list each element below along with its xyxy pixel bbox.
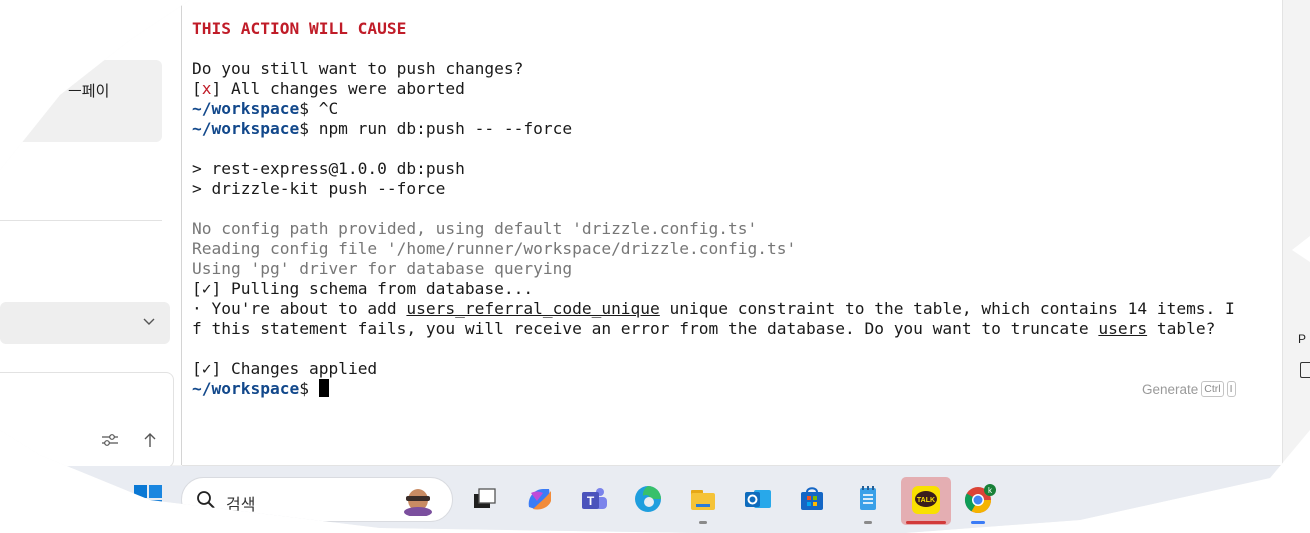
- message-text: unique constraint to the table, which co…: [659, 299, 1235, 318]
- teams-icon[interactable]: T: [578, 483, 610, 515]
- sidebar-card-label: ㅡ페이: [68, 83, 110, 100]
- terminal-line: ~/workspace$ ^C: [192, 99, 1235, 119]
- outlook-icon[interactable]: [742, 483, 774, 515]
- taskbar-search-box[interactable]: 검색: [181, 477, 453, 522]
- status-text: Changes applied: [221, 359, 378, 378]
- terminal-line: [✓] Pulling schema from database...: [192, 279, 534, 298]
- prompt-path: ~/workspace: [192, 119, 300, 138]
- terminal-line: Do you still want to push changes?: [192, 59, 524, 78]
- svg-text:T: T: [587, 494, 595, 508]
- right-panel-icon[interactable]: [1300, 362, 1310, 378]
- screenshot-frame: ㅡ페이 THIS ACTION WILL CAUSE Do you still …: [0, 0, 1310, 533]
- status-text: Pulling schema from database...: [221, 279, 534, 298]
- prompt-path: ~/workspace: [192, 379, 300, 398]
- terminal-line: ~/workspace$ npm run db:push -- --force: [192, 119, 1235, 139]
- terminal-cursor: [318, 379, 329, 397]
- kakaotalk-icon: TALK: [912, 486, 940, 514]
- right-panel-letter: P: [1298, 332, 1307, 346]
- prompt-command: $ npm run db:push -- --force: [299, 119, 573, 138]
- shortcut-key-i: I: [1226, 381, 1236, 397]
- running-indicator: [864, 521, 872, 524]
- copilot-icon[interactable]: [523, 483, 555, 515]
- terminal-line: [✓] Changes applied: [192, 359, 378, 378]
- terminal-line: ~/workspace$: [192, 379, 1235, 399]
- abort-mark: x: [201, 79, 212, 98]
- shortcut-key-ctrl: Ctrl: [1201, 381, 1224, 397]
- terminal-line: f this statement fails, you will receive…: [192, 319, 1235, 339]
- sidebar: ㅡ페이: [0, 0, 181, 468]
- chevron-down-icon[interactable]: [142, 314, 156, 328]
- sidebar-card[interactable]: [0, 60, 162, 142]
- edge-icon[interactable]: [632, 483, 664, 515]
- abort-text: All changes were aborted: [221, 79, 465, 98]
- active-indicator: [971, 521, 985, 524]
- kakaotalk-label: TALK: [917, 497, 935, 504]
- check-mark: ✓: [201, 279, 212, 298]
- windows-start-icon[interactable]: [133, 484, 163, 514]
- microsoft-store-icon[interactable]: [796, 483, 828, 515]
- task-view-icon[interactable]: [469, 483, 501, 515]
- prompt-path: ~/workspace: [192, 99, 300, 118]
- arrow-up-icon[interactable]: [142, 432, 158, 448]
- chrome-icon[interactable]: k: [962, 482, 998, 518]
- file-explorer-icon[interactable]: [687, 483, 719, 515]
- sidebar-divider: [0, 220, 162, 221]
- sidebar-input-panel[interactable]: [0, 372, 174, 468]
- message-text: · You're about to add: [192, 299, 407, 318]
- terminal-line: [x] All changes were aborted: [192, 79, 465, 98]
- active-indicator: [906, 521, 946, 524]
- search-icon: [197, 491, 215, 509]
- notepad-icon[interactable]: [852, 483, 884, 515]
- terminal-line: Using 'pg' driver for database querying: [192, 259, 573, 278]
- copilot-avatar-icon: [404, 489, 432, 516]
- generate-hint[interactable]: Generate Ctrl I: [1142, 381, 1236, 397]
- terminal-line: No config path provided, using default '…: [192, 219, 758, 238]
- terminal-line: > rest-express@1.0.0 db:push: [192, 159, 465, 178]
- terminal-line: THIS ACTION WILL CAUSE: [192, 19, 1235, 39]
- search-label: 검색: [226, 497, 256, 514]
- terminal-line: > drizzle-kit push --force: [192, 179, 446, 198]
- prompt-command: $: [299, 379, 319, 398]
- terminal-line: Reading config file '/home/runner/worksp…: [192, 239, 797, 258]
- message-text: f this statement fails, you will receive…: [192, 319, 1099, 338]
- check-mark: ✓: [201, 359, 212, 378]
- constraint-name: users_referral_code_unique: [406, 299, 660, 318]
- terminal-output: THIS ACTION WILL CAUSE Do you still want…: [192, 19, 1235, 399]
- tune-icon[interactable]: [101, 432, 119, 448]
- generate-label: Generate: [1142, 381, 1199, 397]
- prompt-command: $ ^C: [299, 99, 339, 118]
- terminal-panel[interactable]: THIS ACTION WILL CAUSE Do you still want…: [182, 0, 1283, 466]
- running-indicator: [699, 521, 707, 524]
- table-name: users: [1098, 319, 1148, 338]
- message-text: table?: [1147, 319, 1216, 338]
- terminal-line: · You're about to add users_referral_cod…: [192, 299, 1235, 319]
- warning-text: THIS ACTION WILL CAUSE: [192, 19, 407, 38]
